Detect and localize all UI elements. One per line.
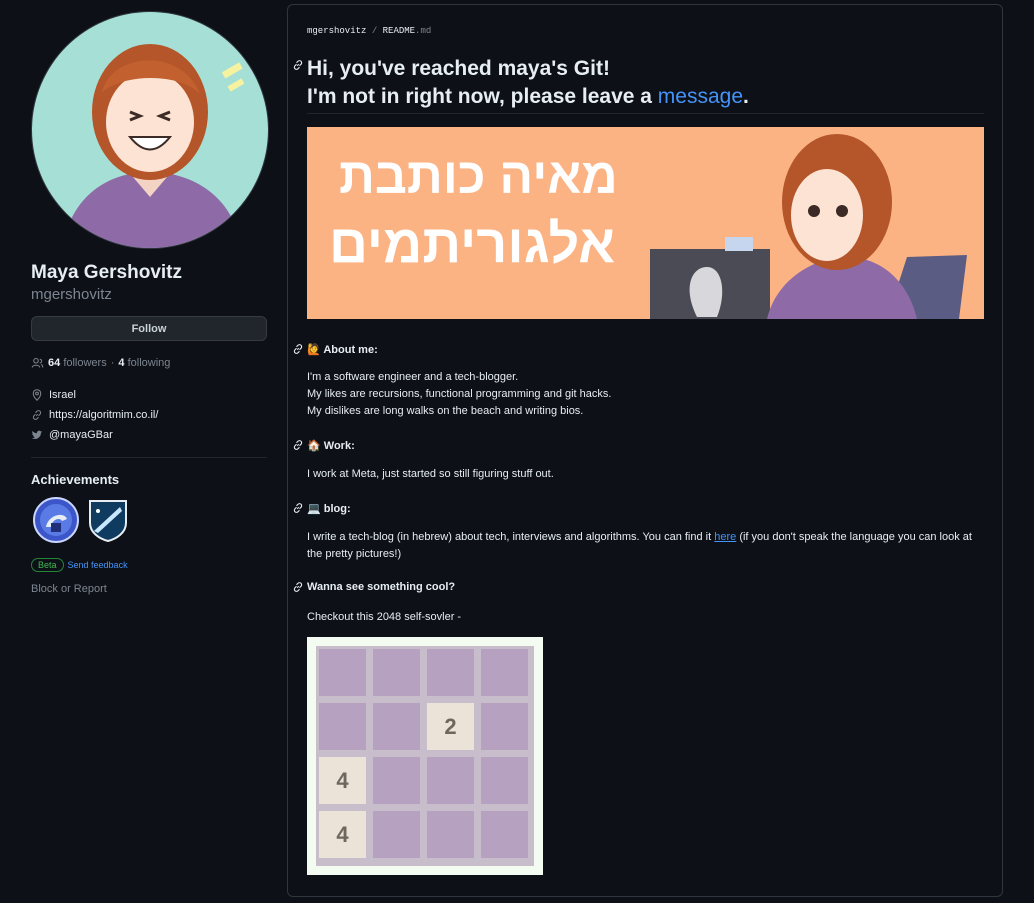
game-cell xyxy=(481,811,528,858)
anchor-link-icon[interactable] xyxy=(292,439,304,451)
game-cell xyxy=(319,649,366,696)
readme-title: Hi, you've reached maya's Git! I'm not i… xyxy=(307,55,749,111)
avatar-illustration xyxy=(32,12,268,248)
game-cell xyxy=(373,703,420,750)
blog-banner-image: מאיה כותבת אלגוריתמים xyxy=(307,127,984,319)
send-feedback-link[interactable]: Send feedback xyxy=(68,560,128,570)
achievement-badge-pull-shark[interactable] xyxy=(33,497,79,543)
profile-username: mgershovitz xyxy=(31,286,112,303)
link-icon xyxy=(32,410,42,420)
game-2048-grid: 2 4 4 xyxy=(316,646,534,866)
breadcrumb-file[interactable]: README xyxy=(383,26,415,36)
about-line: My likes are recursions, functional prog… xyxy=(307,388,612,400)
shield-badge-icon xyxy=(89,500,127,543)
following-label: following xyxy=(127,357,171,369)
achievements-title[interactable]: Achievements xyxy=(31,472,119,487)
cool-heading: Wanna see something cool? xyxy=(307,581,456,593)
raising-hand-icon: 🙋 xyxy=(307,344,321,356)
profile-avatar[interactable] xyxy=(31,11,269,249)
profile-name: Maya Gershovitz xyxy=(31,262,182,283)
following-count: 4 xyxy=(118,357,125,369)
readme-title-period: . xyxy=(743,85,749,108)
about-me-heading: 🙋 About me: xyxy=(307,343,378,356)
title-divider xyxy=(307,113,984,114)
readme-title-line2-text: I'm not in right now, please leave a xyxy=(307,85,658,108)
blog-here-link[interactable]: here xyxy=(714,531,736,543)
shark-badge-icon xyxy=(33,497,79,543)
anchor-link-icon[interactable] xyxy=(292,502,304,514)
game-cell xyxy=(427,757,474,804)
work-heading: 🏠 Work: xyxy=(307,439,355,452)
game-cell xyxy=(481,649,528,696)
follow-button[interactable]: Follow xyxy=(31,316,267,341)
follow-stats: 64 followers · 4 following xyxy=(31,357,170,369)
followers-count: 64 xyxy=(48,357,61,369)
separator-dot: · xyxy=(110,357,115,369)
achievement-badge-starstruck[interactable] xyxy=(86,497,132,543)
website-link[interactable]: https://algoritmim.co.il/ xyxy=(49,409,158,421)
blog-heading-text: blog: xyxy=(323,503,351,515)
twitter-row: @mayaGBar xyxy=(31,429,113,441)
location-pin-icon xyxy=(32,389,42,401)
followers-link[interactable]: 64 followers xyxy=(48,357,107,369)
game-cell xyxy=(373,811,420,858)
game-cell xyxy=(427,811,474,858)
about-me-text: I'm a software engineer and a tech-blogg… xyxy=(307,369,982,420)
blog-heading: 💻 blog: xyxy=(307,502,351,515)
location-text: Israel xyxy=(49,389,76,401)
banner-hebrew-line1: מאיה כותבת xyxy=(339,148,618,204)
twitter-link[interactable]: @mayaGBar xyxy=(49,429,113,441)
block-or-report-link[interactable]: Block or Report xyxy=(31,583,107,595)
readme-title-line1: Hi, you've reached maya's Git! xyxy=(307,57,610,80)
people-icon xyxy=(31,357,44,368)
work-text: I work at Meta, just started so still fi… xyxy=(307,468,554,480)
message-link[interactable]: message xyxy=(658,85,743,108)
sidebar-divider xyxy=(31,457,267,458)
readme-breadcrumb: mgershovitz / README.md xyxy=(307,26,431,36)
breadcrumb-user[interactable]: mgershovitz xyxy=(307,26,366,36)
breadcrumb-separator: / xyxy=(371,26,378,36)
game-tile: 4 xyxy=(319,811,366,858)
game-cell xyxy=(373,649,420,696)
readme-title-line2: I'm not in right now, please leave a mes… xyxy=(307,83,749,111)
game-2048-image: 2 4 4 xyxy=(307,637,543,875)
website-row: https://algoritmim.co.il/ xyxy=(31,409,158,421)
anchor-link-icon[interactable] xyxy=(292,343,304,355)
about-line: My dislikes are long walks on the beach … xyxy=(307,405,584,417)
game-cell xyxy=(373,757,420,804)
laptop-icon: 💻 xyxy=(307,503,321,515)
blog-text-pre: I write a tech-blog (in hebrew) about te… xyxy=(307,531,715,543)
cool-text: Checkout this 2048 self-sovler - xyxy=(307,611,462,623)
work-heading-text: Work: xyxy=(323,440,355,452)
beta-badge: Beta xyxy=(31,558,64,572)
game-cell xyxy=(481,757,528,804)
about-me-heading-text: About me: xyxy=(323,344,378,356)
about-line: I'm a software engineer and a tech-blogg… xyxy=(307,371,519,383)
house-icon: 🏠 xyxy=(307,440,321,452)
banner-hebrew-line2: אלגוריתמים xyxy=(329,214,616,274)
anchor-link-icon[interactable] xyxy=(292,581,304,593)
followers-label: followers xyxy=(63,357,107,369)
location-row: Israel xyxy=(31,389,76,401)
breadcrumb-ext: .md xyxy=(415,26,432,36)
following-link[interactable]: 4 following xyxy=(118,357,170,369)
game-cell xyxy=(319,703,366,750)
twitter-bird-icon xyxy=(31,430,43,439)
anchor-link-icon[interactable] xyxy=(292,59,304,71)
game-cell xyxy=(481,703,528,750)
blog-text: I write a tech-blog (in hebrew) about te… xyxy=(307,529,982,563)
game-tile: 2 xyxy=(427,703,474,750)
achievements-beta-row: Beta Send feedback xyxy=(31,558,128,572)
game-cell xyxy=(427,649,474,696)
game-tile: 4 xyxy=(319,757,366,804)
